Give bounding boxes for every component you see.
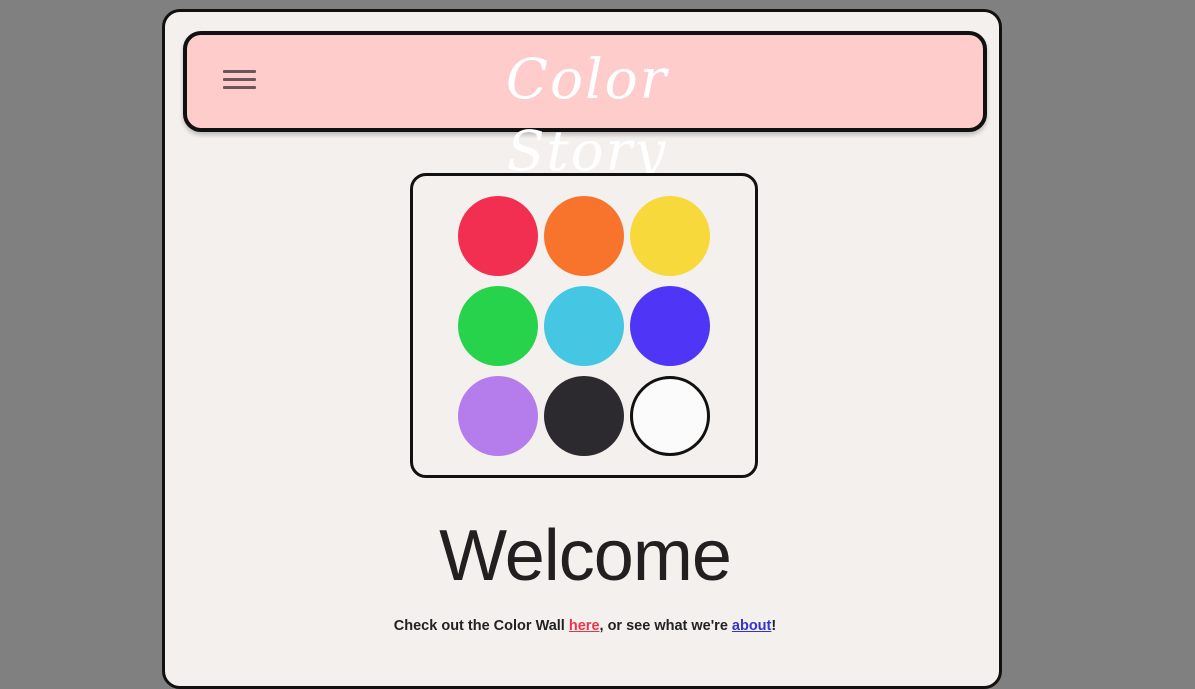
intro-suffix: ! (771, 618, 777, 634)
color-swatch-white[interactable] (630, 376, 710, 456)
color-swatch-black[interactable] (544, 376, 624, 456)
hamburger-menu-icon (223, 70, 256, 73)
intro-middle: , or see what we're (599, 618, 732, 634)
hamburger-menu-icon (223, 78, 256, 81)
color-swatch-cyan[interactable] (544, 286, 624, 366)
app-header: Color Story (183, 31, 987, 183)
color-swatch-red[interactable] (458, 196, 538, 276)
color-swatch-yellow[interactable] (630, 196, 710, 276)
intro-text: Check out the Color Wall here, or see wh… (165, 617, 999, 635)
color-swatch-purple[interactable] (458, 376, 538, 456)
hamburger-menu-button[interactable] (222, 68, 258, 94)
color-swatch-blue[interactable] (630, 286, 710, 366)
welcome-heading: Welcome (439, 516, 732, 596)
intro-prefix: Check out the Color Wall (393, 618, 569, 634)
color-swatch-orange[interactable] (544, 196, 624, 276)
color-palette-card (410, 173, 758, 478)
color-swatch-green[interactable] (458, 286, 538, 366)
about-link[interactable]: about (732, 618, 771, 634)
hamburger-menu-icon (223, 86, 256, 89)
app-logo-title: Color Story (505, 47, 669, 183)
color-wall-link[interactable]: here (569, 618, 600, 634)
app-frame: Color Story Welcome Check out the Color … (162, 9, 1002, 689)
